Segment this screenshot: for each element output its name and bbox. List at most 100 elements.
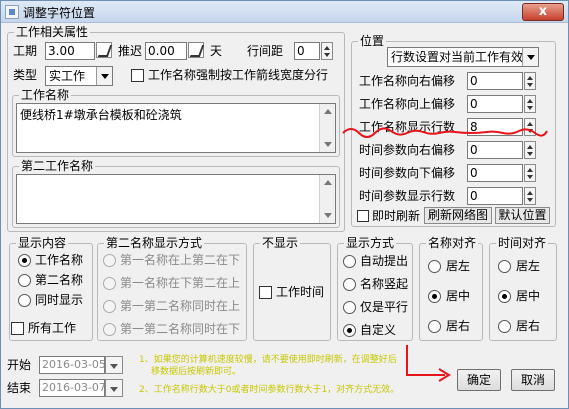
hide-work-time-checkbox[interactable] (259, 286, 272, 299)
time-line-count-input[interactable]: 0 (467, 187, 523, 205)
note-line-2: 2、工作名称行数大于0或者时间参数行数大于1，对齐方式无效。 (139, 385, 400, 395)
name-align-center[interactable] (428, 290, 441, 303)
time-down-offset-spinner[interactable] (524, 164, 536, 182)
work-name-scrollbar[interactable] (319, 104, 335, 152)
display-mode-option-label: 自动提出 (360, 254, 409, 268)
display-mode-group-label: 显示方式 (344, 236, 397, 250)
display-content-option-second-name[interactable] (18, 274, 31, 287)
close-button[interactable]: x (522, 3, 564, 21)
cancel-button[interactable]: 取消 (511, 369, 555, 391)
type-select[interactable]: 实工作 (45, 66, 113, 86)
hide-group-label: 不显示 (260, 236, 301, 250)
force-width-label: 工作名称强制按工作箭线宽度分行 (148, 68, 329, 82)
instant-refresh-label: 即时刷新 (372, 209, 421, 223)
all-work-label: 所有工作 (28, 321, 77, 335)
work-name-text: 便线桥1#墩承台模板和砼浇筑 (20, 108, 182, 122)
work-name-group-label: 工作名称 (19, 88, 72, 102)
work-properties-group-label: 工作相关属性 (14, 25, 91, 39)
second-mode-option-2[interactable] (103, 277, 116, 290)
duration-input[interactable]: 3.00 (45, 42, 95, 60)
second-mode-option-label: 第一名称在上第二在下 (120, 253, 241, 267)
display-mode-option-vertical[interactable] (343, 278, 356, 291)
delay-stepper-icon[interactable] (188, 42, 204, 58)
annotation-underline (342, 127, 548, 138)
ok-button[interactable]: 确定 (457, 369, 501, 391)
refresh-grid-button[interactable]: 刷新网络图 (424, 207, 492, 224)
second-mode-option-4[interactable] (103, 323, 116, 336)
adjust-text-position-dialog: 调整字符位置 x 工作相关属性 工期 3.00 推迟 0.00 天 行间距 0 … (0, 0, 569, 409)
delay-label: 推迟 (118, 44, 143, 58)
display-mode-option-label: 自定义 (360, 323, 397, 337)
annotation-arrow (406, 345, 451, 382)
display-mode-option-label: 名称竖起 (360, 277, 409, 291)
name-align-group-label: 名称对齐 (426, 236, 479, 250)
time-line-count-spinner[interactable] (524, 187, 536, 205)
second-name-mode-group-label: 第二名称显示方式 (104, 236, 205, 250)
hide-work-time-label: 工作时间 (276, 285, 325, 299)
display-mode-option-parallel[interactable] (343, 301, 356, 314)
time-right-offset-spinner[interactable] (524, 141, 536, 159)
line-spacing-label: 行间距 (247, 44, 284, 58)
second-name-group-label: 第二工作名称 (19, 159, 96, 173)
display-content-option-label: 第二名称 (35, 273, 84, 287)
second-name-scrollbar[interactable] (319, 175, 335, 223)
line-spacing-input[interactable]: 0 (294, 42, 320, 60)
name-right-offset-spinner[interactable] (524, 72, 536, 90)
name-align-right[interactable] (428, 320, 441, 333)
end-date-dropdown[interactable] (105, 379, 123, 397)
force-width-checkbox[interactable] (131, 69, 144, 82)
time-align-right[interactable] (498, 320, 511, 333)
time-align-center[interactable] (498, 290, 511, 303)
time-right-offset-input[interactable]: 0 (467, 141, 523, 159)
display-mode-option-custom[interactable] (343, 324, 356, 337)
chevron-down-icon (522, 48, 538, 66)
second-mode-option-label: 第一名称在下第二在上 (120, 276, 241, 290)
duration-stepper-icon[interactable] (96, 42, 112, 58)
default-position-button[interactable]: 默认位置 (495, 207, 550, 224)
all-work-checkbox[interactable] (11, 322, 24, 335)
display-mode-option-auto[interactable] (343, 255, 356, 268)
second-name-textarea[interactable] (16, 174, 336, 224)
line-spacing-spinner[interactable] (321, 42, 333, 60)
second-mode-option-label: 第一第二名称同时在下 (120, 322, 241, 336)
name-align-left[interactable] (428, 260, 441, 273)
second-mode-option-3[interactable] (103, 300, 116, 313)
second-mode-option-1[interactable] (103, 254, 116, 267)
delay-input[interactable]: 0.00 (145, 42, 187, 60)
display-content-group-label: 显示内容 (16, 236, 69, 250)
name-align-option-label: 居中 (446, 289, 471, 303)
window-title: 调整字符位置 (23, 6, 96, 20)
title-bar: 调整字符位置 x (1, 1, 568, 23)
time-down-offset-input[interactable]: 0 (467, 164, 523, 182)
second-mode-option-label: 第一第二名称同时在上 (120, 299, 241, 313)
time-align-option-label: 居左 (516, 259, 541, 273)
day-unit-label: 天 (210, 44, 223, 58)
position-row-label: 时间参数显示行数 (359, 189, 456, 203)
instant-refresh-checkbox[interactable] (357, 210, 369, 222)
app-icon (5, 5, 19, 19)
position-mode-select[interactable]: 行数设置对当前工作有效 (387, 47, 539, 67)
name-up-offset-input[interactable]: 0 (467, 95, 523, 113)
name-right-offset-input[interactable]: 0 (467, 72, 523, 90)
position-group-label: 位置 (358, 34, 387, 48)
start-date-dropdown[interactable] (105, 356, 123, 374)
display-content-option-both[interactable] (18, 294, 31, 307)
note-line-1b: 移数据后按刷新即可。 (151, 367, 242, 377)
start-date-label: 开始 (7, 358, 32, 372)
name-align-option-label: 居右 (446, 319, 471, 333)
display-mode-option-label: 仅是平行 (360, 300, 409, 314)
display-content-option-label: 同时显示 (35, 293, 84, 307)
end-date-input[interactable]: 2016-03-07 (39, 379, 105, 397)
display-content-option-work-name[interactable] (18, 254, 31, 267)
name-up-offset-spinner[interactable] (524, 95, 536, 113)
position-row-label: 工作名称向右偏移 (359, 74, 456, 88)
time-align-left[interactable] (498, 260, 511, 273)
time-align-group-label: 时间对齐 (496, 236, 549, 250)
position-row-label: 时间参数向下偏移 (359, 166, 456, 180)
position-mode-value: 行数设置对当前工作有效 (391, 50, 524, 64)
duration-label: 工期 (13, 44, 38, 58)
start-date-input[interactable]: 2016-03-05 (39, 356, 105, 374)
chevron-down-icon (96, 67, 112, 85)
work-name-textarea[interactable]: 便线桥1#墩承台模板和砼浇筑 (16, 103, 336, 153)
position-row-label: 时间参数向右偏移 (359, 143, 456, 157)
